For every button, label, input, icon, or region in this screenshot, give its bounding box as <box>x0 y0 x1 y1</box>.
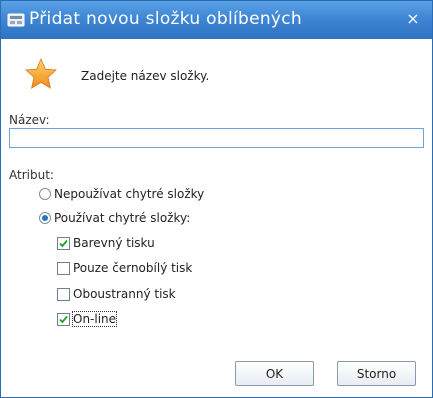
radio-label: Používat chytré složky: <box>54 211 191 225</box>
dialog-content: Zadejte název složky. Název: Atribut: Ne… <box>5 39 428 395</box>
window-app-icon <box>7 13 25 27</box>
ok-button[interactable]: OK <box>235 361 314 386</box>
star-icon <box>25 58 57 89</box>
close-button[interactable]: × <box>404 10 422 28</box>
checkbox-bw-print[interactable]: Pouze černobílý tisk <box>57 261 192 275</box>
dialog-window: Přidat novou složku oblíbených × Zadejte… <box>0 0 433 398</box>
window-title: Přidat novou složku oblíbených <box>29 9 303 29</box>
radio-use-smart-folders[interactable]: Používat chytré složky: <box>39 211 190 225</box>
checkbox-color-print[interactable]: Barevný tisku <box>57 236 155 250</box>
radio-button-selected-icon <box>39 212 51 224</box>
checkbox-checked-icon <box>57 312 70 326</box>
checkbox-icon <box>57 287 70 301</box>
radio-button-icon <box>39 188 51 200</box>
checkbox-label: On-line <box>71 311 118 327</box>
radio-label: Nepoužívat chytré složky <box>54 187 205 201</box>
close-icon: × <box>406 9 420 28</box>
checkbox-icon <box>57 261 70 275</box>
checkbox-online[interactable]: On-line <box>57 311 118 327</box>
instruction-text: Zadejte název složky. <box>81 69 210 83</box>
checkbox-label: Oboustranný tisk <box>73 287 176 301</box>
folder-name-input[interactable] <box>9 128 424 148</box>
checkbox-label: Pouze černobílý tisk <box>73 261 193 275</box>
attribute-label: Atribut: <box>9 168 54 182</box>
checkbox-duplex-print[interactable]: Oboustranný tisk <box>57 287 176 301</box>
cancel-button[interactable]: Storno <box>337 361 416 386</box>
radio-no-smart-folders[interactable]: Nepoužívat chytré složky <box>39 187 204 201</box>
checkbox-checked-icon <box>57 236 70 250</box>
name-label: Název: <box>9 113 50 127</box>
checkbox-label: Barevný tisku <box>73 236 155 250</box>
title-bar[interactable]: Přidat novou složku oblíbených × <box>1 1 432 39</box>
